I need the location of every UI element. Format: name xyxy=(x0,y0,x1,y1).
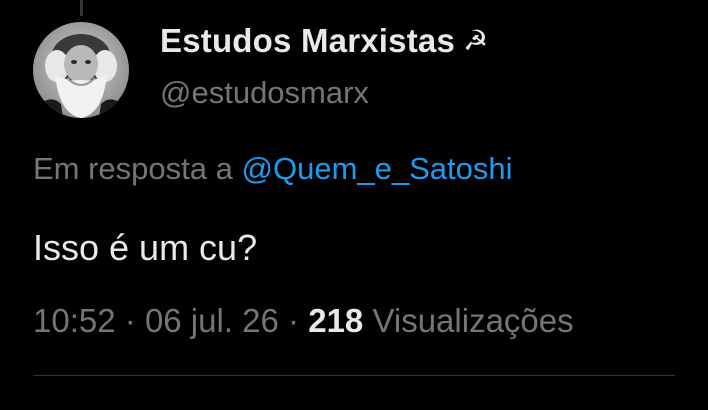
avatar[interactable] xyxy=(33,22,129,118)
tweet-date[interactable]: 06 jul. 26 xyxy=(145,302,279,339)
tweet-text: Isso é um cu? xyxy=(33,227,258,268)
meta-separator: · xyxy=(288,302,300,339)
reply-mention-link[interactable]: @Quem_e_Satoshi xyxy=(242,151,513,186)
author-name-row[interactable]: Estudos Marxistas ☭ xyxy=(160,22,488,60)
divider xyxy=(33,375,675,376)
author-handle[interactable]: @estudosmarx xyxy=(160,75,369,111)
reply-prefix: Em resposta a xyxy=(33,151,233,186)
display-name[interactable]: Estudos Marxistas xyxy=(160,22,455,60)
thread-connector-line xyxy=(80,0,83,16)
meta-separator: · xyxy=(124,302,136,339)
tweet-meta: 10:52 · 06 jul. 26 · 218 Visualizações xyxy=(33,302,574,340)
tweet-time[interactable]: 10:52 xyxy=(33,302,116,339)
reply-context: Em resposta a @Quem_e_Satoshi xyxy=(33,151,513,187)
portrait-avatar-icon xyxy=(33,22,129,118)
views-count[interactable]: 218 xyxy=(308,302,363,339)
views-label[interactable]: Visualizações xyxy=(372,302,573,339)
hammer-sickle-icon: ☭ xyxy=(463,25,489,56)
